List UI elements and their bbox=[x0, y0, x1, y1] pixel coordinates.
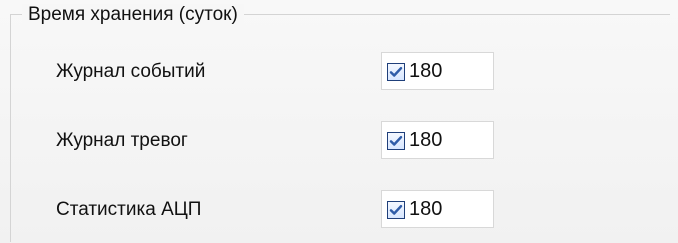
event-log-retention-field[interactable]: 180 bbox=[381, 52, 494, 90]
adc-statistics-enabled-checkbox[interactable] bbox=[387, 201, 405, 219]
alarm-log-retention-field[interactable]: 180 bbox=[381, 121, 494, 159]
event-log-setting-row: Журнал событий 180 bbox=[0, 52, 678, 92]
storage-settings-window: Время хранения (суток) Журнал событий 18… bbox=[0, 0, 678, 243]
adc-statistics-retention-field[interactable]: 180 bbox=[381, 190, 494, 228]
alarm-log-setting-row: Журнал тревог 180 bbox=[0, 121, 678, 161]
adc-statistics-setting-row: Статистика АЦП 180 bbox=[0, 190, 678, 230]
event-log-label: Журнал событий bbox=[56, 61, 206, 82]
storage-period-title: Время хранения (суток) bbox=[22, 4, 244, 26]
alarm-log-label: Журнал тревог bbox=[56, 130, 188, 151]
checkmark-icon bbox=[389, 204, 403, 215]
event-log-retention-value[interactable]: 180 bbox=[409, 60, 442, 82]
alarm-log-enabled-checkbox[interactable] bbox=[387, 132, 405, 150]
adc-statistics-label: Статистика АЦП bbox=[56, 199, 202, 220]
checkmark-icon bbox=[389, 135, 403, 146]
adc-statistics-retention-value[interactable]: 180 bbox=[409, 198, 442, 220]
event-log-enabled-checkbox[interactable] bbox=[387, 63, 405, 81]
alarm-log-retention-value[interactable]: 180 bbox=[409, 129, 442, 151]
checkmark-icon bbox=[389, 66, 403, 77]
